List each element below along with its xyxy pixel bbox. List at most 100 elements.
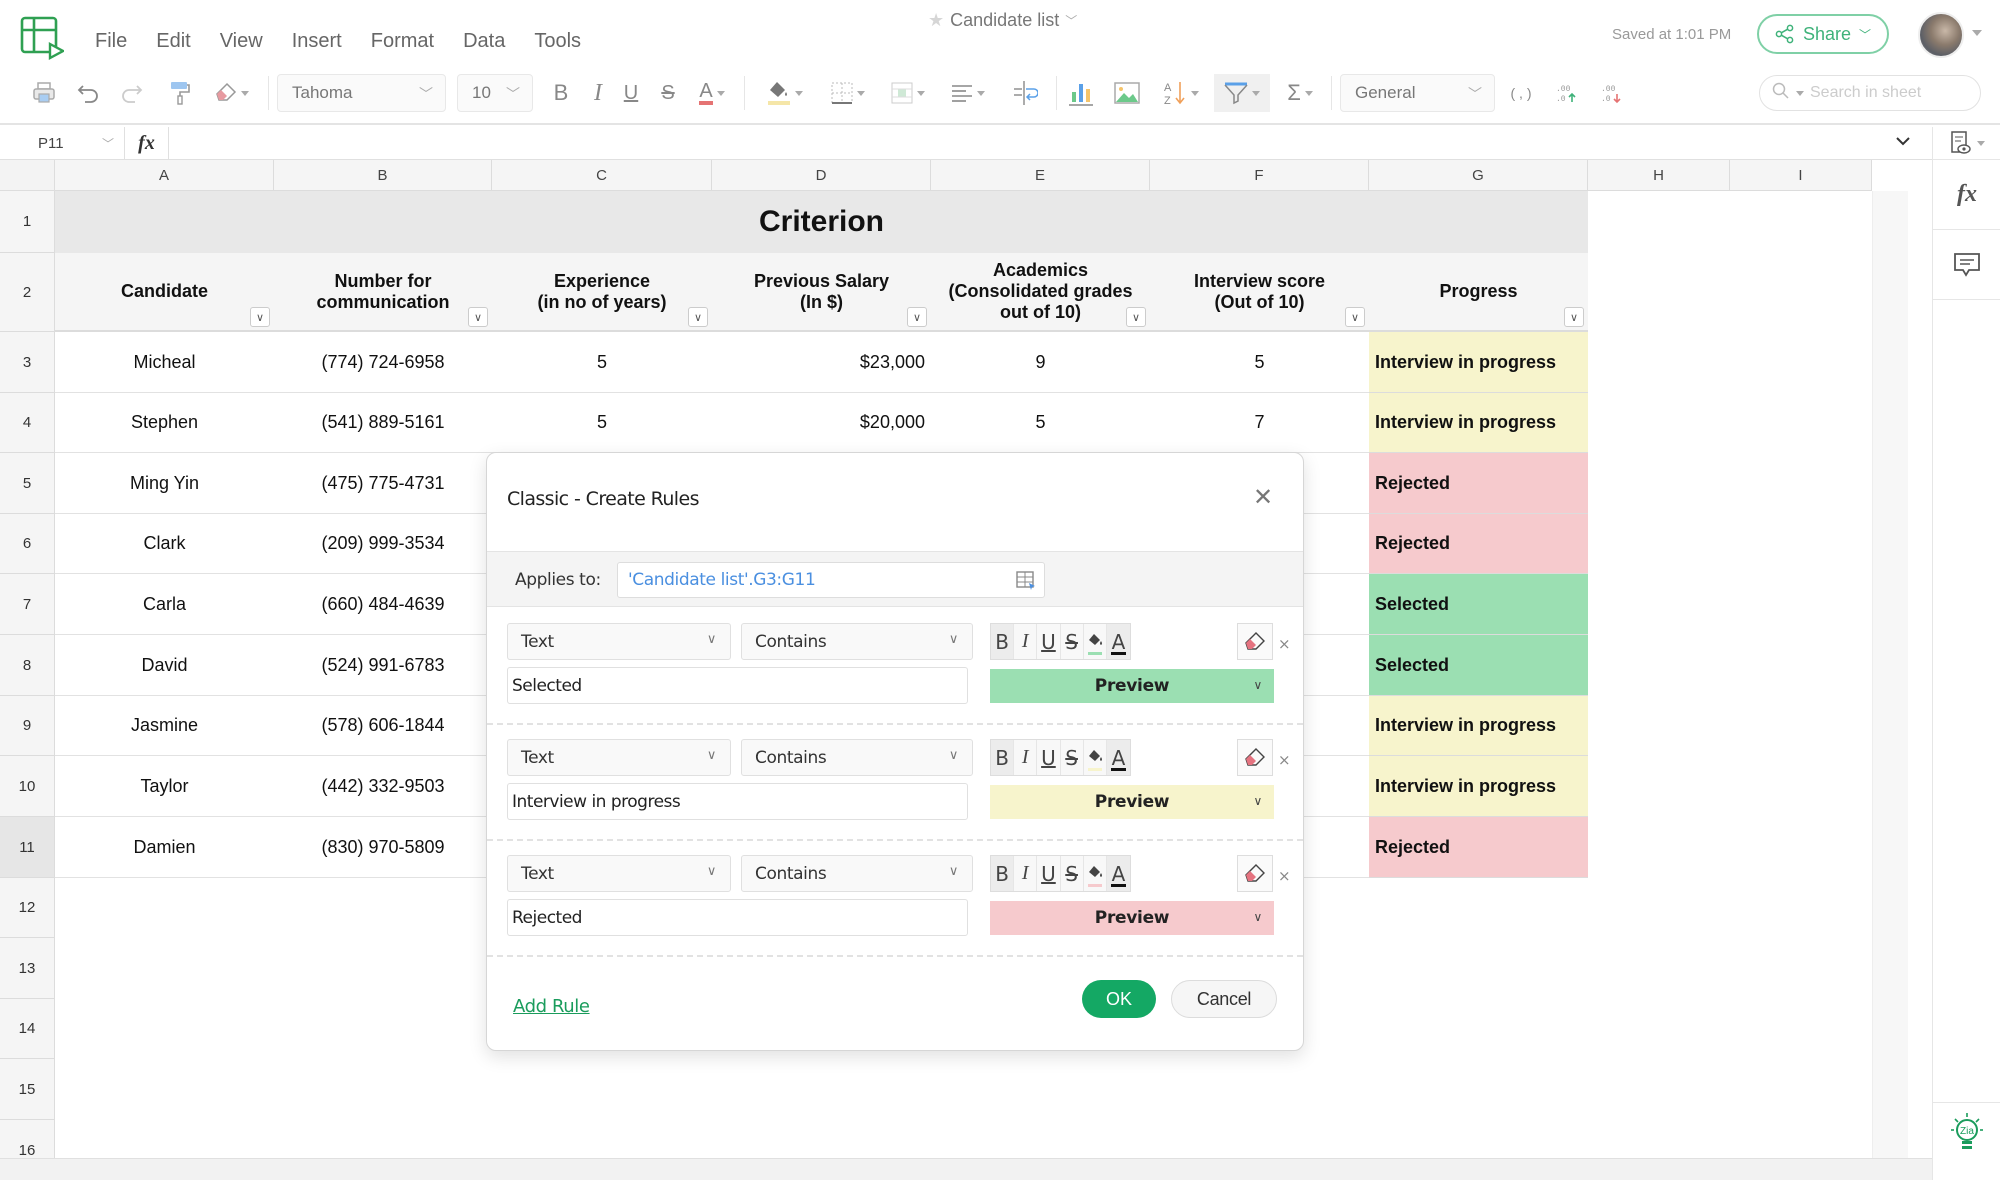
menu-tools[interactable]: Tools [534, 30, 581, 53]
cell-progress[interactable]: Interview in progress [1369, 393, 1588, 453]
cell-academics[interactable]: 5 [931, 393, 1150, 453]
insert-image-icon[interactable] [1110, 74, 1144, 112]
rule-preview-dropdown[interactable]: Preview ∨ [990, 901, 1274, 935]
remove-rule-icon[interactable]: × [1278, 751, 1291, 769]
cell-phone[interactable]: (209) 999-3534 [274, 514, 492, 574]
cell-candidate[interactable]: Clark [55, 514, 274, 574]
cell-phone[interactable]: (475) 775-4731 [274, 453, 492, 514]
align-button[interactable] [945, 74, 991, 112]
row-header-7[interactable]: 7 [0, 574, 55, 635]
strikethrough-button[interactable]: S [1060, 740, 1084, 775]
cell-interview[interactable]: 5 [1150, 332, 1369, 393]
strikethrough-button[interactable]: S [1060, 624, 1084, 659]
fill-color-button[interactable] [1083, 624, 1107, 659]
rule-type-select[interactable]: Text ∨ [507, 855, 731, 892]
user-avatar[interactable] [1918, 12, 1964, 58]
cell-salary[interactable]: $20,000 [712, 393, 931, 453]
cell-progress[interactable]: Selected [1369, 635, 1588, 696]
row-header-6[interactable]: 6 [0, 514, 55, 574]
column-header-a[interactable]: A [55, 160, 274, 191]
avatar-caret-icon[interactable] [1972, 30, 1982, 36]
clear-format-icon[interactable] [208, 74, 256, 112]
row-header-12[interactable]: 12 [0, 878, 55, 938]
function-icon[interactable]: fx [125, 127, 169, 160]
underline-button[interactable]: U [1037, 624, 1061, 659]
add-rule-link[interactable]: Add Rule [513, 996, 590, 1017]
italic-button[interactable]: I [1014, 624, 1038, 659]
cell-phone[interactable]: (660) 484-4639 [274, 574, 492, 635]
sort-button[interactable]: AZ [1156, 74, 1206, 112]
cell-phone[interactable]: (578) 606-1844 [274, 696, 492, 756]
bold-button[interactable]: B [547, 74, 575, 112]
rule-value-input[interactable]: Rejected [507, 899, 968, 936]
cell-progress[interactable]: Interview in progress [1369, 332, 1588, 393]
menu-format[interactable]: Format [371, 30, 434, 53]
remove-rule-icon[interactable]: × [1278, 635, 1291, 653]
cancel-button[interactable]: Cancel [1171, 980, 1277, 1018]
font-color-button[interactable]: A [1106, 856, 1131, 891]
decrease-decimal-icon[interactable]: .00.0 [1597, 74, 1627, 112]
filter-dropdown-icon[interactable]: ∨ [907, 307, 927, 327]
clear-format-button[interactable] [1237, 739, 1273, 776]
row-header-10[interactable]: 10 [0, 756, 55, 817]
cell-progress[interactable]: Rejected [1369, 514, 1588, 574]
filter-dropdown-icon[interactable]: ∨ [688, 307, 708, 327]
column-title[interactable]: Academics (Consolidated grades out of 10… [931, 253, 1150, 330]
cell-phone[interactable]: (830) 970-5809 [274, 817, 492, 878]
cell-candidate[interactable]: Micheal [55, 332, 274, 393]
row-header-1[interactable]: 1 [0, 191, 55, 253]
clear-format-button[interactable] [1237, 855, 1273, 892]
rule-condition-select[interactable]: Contains ∨ [741, 855, 973, 892]
cell-experience[interactable]: 5 [492, 393, 712, 453]
column-title[interactable]: Number for communication [274, 253, 492, 330]
close-icon[interactable]: ✕ [1253, 483, 1273, 511]
cell-candidate[interactable]: Ming Yin [55, 453, 274, 514]
column-header-c[interactable]: C [492, 160, 712, 191]
rule-preview-dropdown[interactable]: Preview ∨ [990, 669, 1274, 703]
cell-candidate[interactable]: David [55, 635, 274, 696]
row-header-11[interactable]: 11 [0, 817, 55, 878]
formula-input[interactable] [170, 127, 1870, 160]
search-input[interactable]: Search in sheet [1759, 75, 1981, 111]
rule-preview-dropdown[interactable]: Preview ∨ [990, 785, 1274, 819]
rule-value-input[interactable]: Selected [507, 667, 968, 704]
menu-view[interactable]: View [220, 30, 263, 53]
filter-dropdown-icon[interactable]: ∨ [1564, 307, 1584, 327]
bold-button[interactable]: B [991, 856, 1015, 891]
column-title[interactable]: Experience (in no of years) [492, 253, 712, 330]
row-header-9[interactable]: 9 [0, 696, 55, 756]
cell-phone[interactable]: (774) 724-6958 [274, 332, 492, 393]
rule-type-select[interactable]: Text ∨ [507, 739, 731, 776]
sheet-title-cell[interactable]: Criterion [55, 191, 1588, 253]
filter-dropdown-icon[interactable]: ∨ [250, 307, 270, 327]
paint-format-icon[interactable] [164, 74, 196, 112]
cell-phone[interactable]: (442) 332-9503 [274, 756, 492, 817]
cell-phone[interactable]: (541) 889-5161 [274, 393, 492, 453]
merge-cells-button[interactable] [885, 74, 931, 112]
row-header-14[interactable]: 14 [0, 999, 55, 1059]
fill-color-button[interactable] [1083, 856, 1107, 891]
increase-decimal-icon[interactable]: .00.0 [1552, 74, 1582, 112]
column-title[interactable]: Candidate [55, 253, 274, 330]
cell-candidate[interactable]: Carla [55, 574, 274, 635]
fill-color-button[interactable] [760, 74, 810, 112]
document-title[interactable]: ★ Candidate list ﹀ [928, 10, 1077, 31]
row-header-5[interactable]: 5 [0, 453, 55, 514]
rule-value-input[interactable]: Interview in progress [507, 783, 968, 820]
menu-edit[interactable]: Edit [156, 30, 190, 53]
column-header-h[interactable]: H [1588, 160, 1730, 191]
cell-experience[interactable]: 5 [492, 332, 712, 393]
row-header-13[interactable]: 13 [0, 938, 55, 999]
rule-condition-select[interactable]: Contains ∨ [741, 739, 973, 776]
remove-rule-icon[interactable]: × [1278, 867, 1291, 885]
cell-candidate[interactable]: Jasmine [55, 696, 274, 756]
ok-button[interactable]: OK [1082, 980, 1156, 1018]
italic-button[interactable]: I [1014, 856, 1038, 891]
column-title[interactable]: Interview score (Out of 10) [1150, 253, 1369, 330]
sheet-app-logo-icon[interactable] [20, 16, 64, 60]
zia-assistant-icon[interactable]: Zia [1933, 1102, 2000, 1162]
rule-condition-select[interactable]: Contains ∨ [741, 623, 973, 660]
cell-phone[interactable]: (524) 991-6783 [274, 635, 492, 696]
row-header-15[interactable]: 15 [0, 1059, 55, 1120]
bold-button[interactable]: B [991, 624, 1015, 659]
